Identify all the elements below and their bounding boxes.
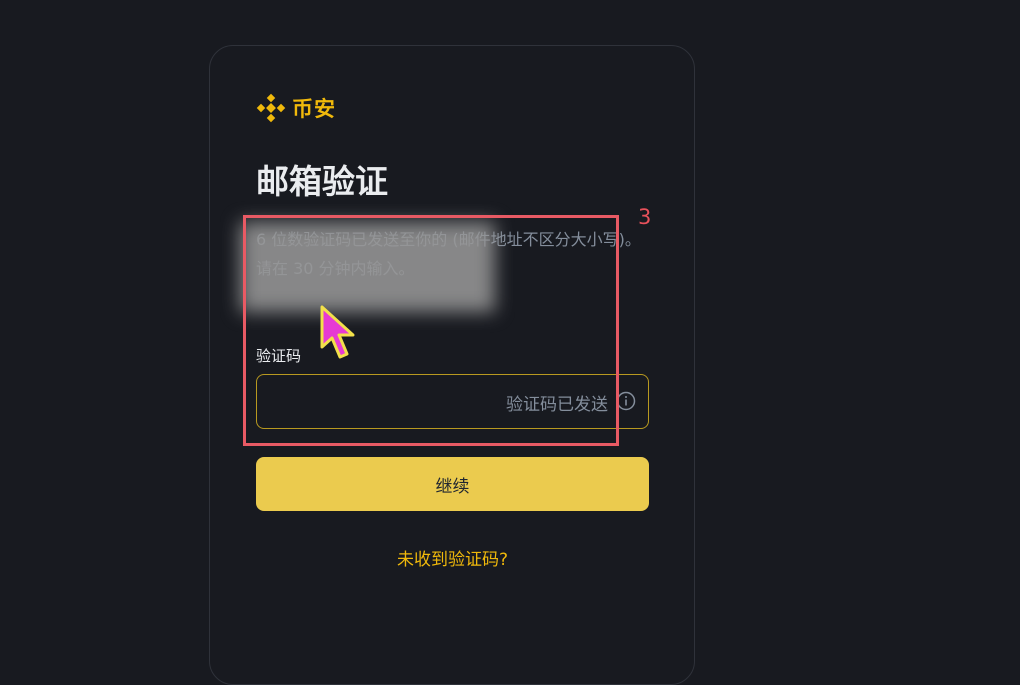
page-title: 邮箱验证 — [256, 162, 388, 201]
resend-code-link[interactable]: 未收到验证码? — [256, 545, 649, 570]
annotation-highlight-box — [243, 215, 619, 446]
brand-name: 币安 — [292, 97, 336, 121]
info-icon[interactable] — [616, 391, 636, 411]
pointer-cursor-icon — [320, 305, 355, 359]
annotation-step-number: 3 — [638, 205, 652, 229]
continue-button[interactable]: 继续 — [256, 457, 649, 511]
binance-diamond-icon — [256, 93, 286, 123]
brand-logo: 币安 — [256, 93, 336, 123]
